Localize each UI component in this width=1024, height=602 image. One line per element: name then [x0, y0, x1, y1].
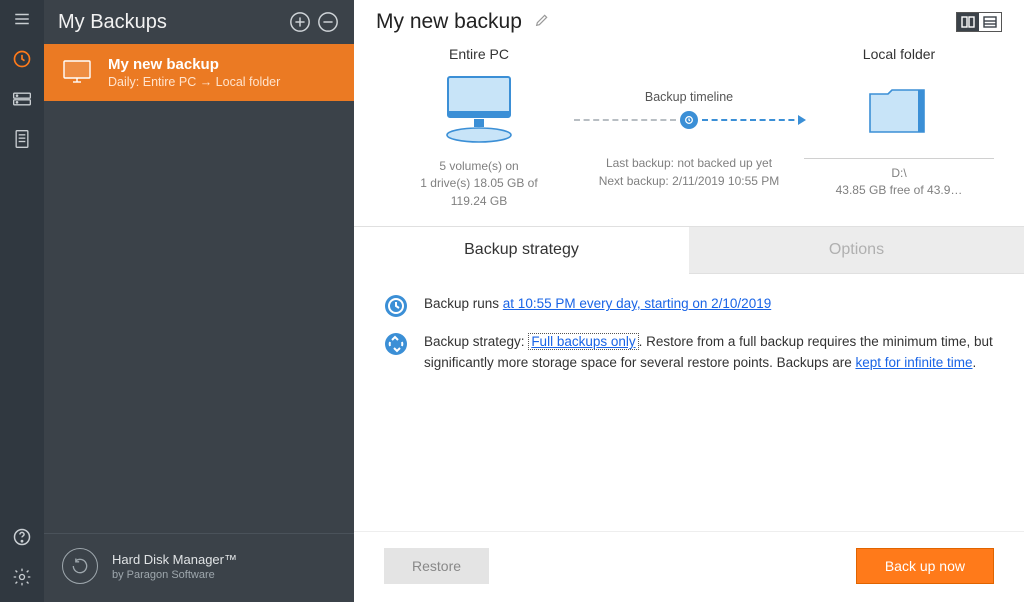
restore-button[interactable]: Restore	[384, 548, 489, 584]
menu-icon[interactable]	[11, 8, 33, 30]
timeline-dot-icon	[680, 111, 698, 129]
main-header: My new backup	[354, 0, 1024, 40]
product-logo-icon	[62, 548, 98, 584]
sidebar-title: My Backups	[58, 11, 284, 34]
remove-backup-button[interactable]	[316, 10, 340, 34]
clock-badge-icon	[384, 294, 408, 318]
tab-options[interactable]: Options	[689, 227, 1024, 274]
sidebar-header: My Backups	[44, 0, 354, 44]
view-toggle	[956, 12, 1002, 32]
source-info: 5 volume(s) on 1 drive(s) 18.05 GB of 11…	[384, 158, 574, 210]
source-column[interactable]: Entire PC 5 volume(s) on 1 drive(s) 18.0…	[384, 46, 574, 210]
gear-icon[interactable]	[11, 566, 33, 588]
view-card-button[interactable]	[957, 13, 979, 31]
schedule-text: Backup runs at 10:55 PM every day, start…	[424, 294, 771, 315]
folder-icon	[804, 70, 994, 150]
document-icon[interactable]	[11, 128, 33, 150]
vendor-name: by Paragon Software	[112, 569, 237, 581]
monitor-icon	[60, 59, 94, 87]
pc-icon	[384, 70, 574, 150]
job-title: My new backup	[108, 56, 280, 73]
timeline-label: Backup timeline	[645, 90, 733, 104]
backup-job-item[interactable]: My new backup Daily: Entire PC → Local f…	[44, 44, 354, 101]
page-title: My new backup	[376, 10, 522, 34]
job-subtitle: Daily: Entire PC → Local folder	[108, 75, 280, 89]
view-list-button[interactable]	[979, 13, 1001, 31]
product-name: Hard Disk Manager™	[112, 552, 237, 567]
icon-rail	[0, 0, 44, 602]
tabs: Backup strategy Options	[354, 226, 1024, 274]
timeline-info: Last backup: not backed up yet Next back…	[599, 154, 780, 190]
schedule-row: Backup runs at 10:55 PM every day, start…	[384, 294, 994, 318]
drive-icon[interactable]	[11, 88, 33, 110]
method-text: Backup strategy: Full backups only. Rest…	[424, 332, 994, 374]
add-backup-button[interactable]	[288, 10, 312, 34]
sidebar-footer: Hard Disk Manager™ by Paragon Software	[44, 533, 354, 602]
tab-backup-strategy[interactable]: Backup strategy	[354, 227, 689, 274]
method-link[interactable]: Full backups only	[528, 333, 638, 350]
source-label: Entire PC	[384, 46, 574, 62]
timeline-line[interactable]	[574, 110, 804, 130]
edit-title-icon[interactable]	[534, 12, 550, 33]
clock-icon[interactable]	[11, 48, 33, 70]
recycle-badge-icon	[384, 332, 408, 356]
help-icon[interactable]	[11, 526, 33, 548]
sidebar: My Backups My new backup Daily: Entire P…	[44, 0, 354, 602]
main-panel: My new backup Entire PC	[354, 0, 1024, 602]
timeline-column: Backup timeline Last backup: not backed …	[574, 46, 804, 210]
retention-link[interactable]: kept for infinite time	[855, 355, 972, 370]
destination-column[interactable]: Local folder D:\ 43.85 GB free of 43.9…	[804, 46, 994, 210]
destination-label: Local folder	[804, 46, 994, 62]
strategy-panel: Backup runs at 10:55 PM every day, start…	[354, 274, 1024, 531]
method-row: Backup strategy: Full backups only. Rest…	[384, 332, 994, 374]
backup-now-button[interactable]: Back up now	[856, 548, 994, 584]
schedule-link[interactable]: at 10:55 PM every day, starting on 2/10/…	[503, 296, 771, 311]
backup-diagram: Entire PC 5 volume(s) on 1 drive(s) 18.0…	[354, 40, 1024, 226]
destination-info: D:\ 43.85 GB free of 43.9…	[804, 158, 994, 200]
main-footer: Restore Back up now	[354, 531, 1024, 602]
